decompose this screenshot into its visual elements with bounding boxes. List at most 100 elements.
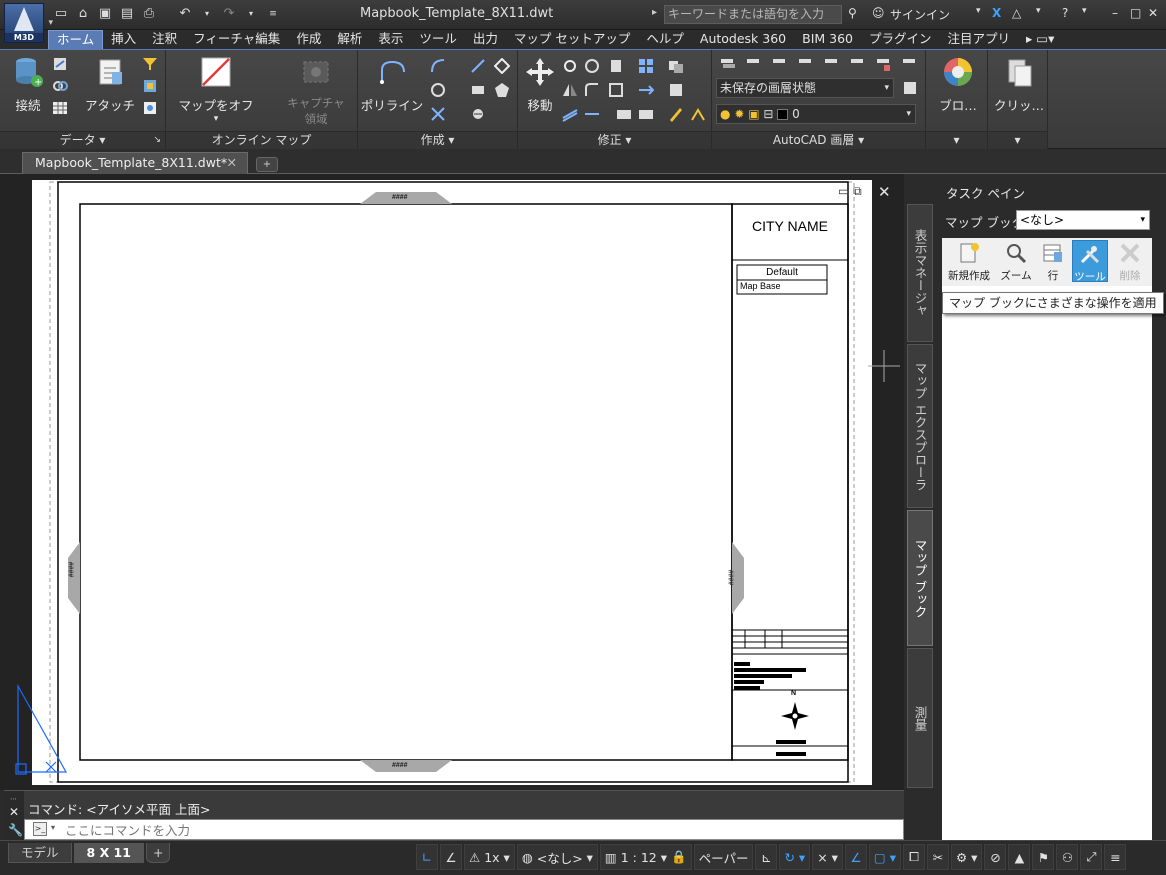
recent-commands-dropdown-icon[interactable]: ▾ [51, 823, 55, 832]
layer-lock-icon[interactable] [876, 56, 892, 72]
data-link-icon[interactable] [52, 78, 68, 94]
panel-modify-footer[interactable]: 修正 ▾ [518, 131, 711, 149]
rectangle-icon[interactable] [470, 82, 486, 98]
layer-select[interactable]: ● ✹ ▣ ⊟ 0 ▾ [716, 104, 916, 124]
style-icon[interactable] [142, 78, 158, 94]
ortho-icon[interactable]: ∟ [416, 844, 438, 870]
row-button[interactable]: 行 [1038, 240, 1068, 282]
panel-clipboard-footer[interactable]: ▾ [988, 131, 1047, 149]
doc-tab-mapbook[interactable]: Mapbook_Template_8X11.dwt* ✕ [22, 152, 248, 174]
close-drawing-icon[interactable]: ✕ [878, 183, 891, 201]
vtab-survey[interactable]: 測量 [907, 648, 933, 788]
mapbook-select[interactable]: <なし> ▾ [1016, 210, 1150, 230]
clipboard-button[interactable]: クリッ… [992, 56, 1046, 114]
line-icon[interactable] [470, 58, 486, 74]
layer-freeze-icon[interactable] [824, 56, 840, 72]
isolate-objects-icon[interactable]: ⊘ [984, 844, 1007, 870]
undo-icon[interactable]: ↶ [178, 7, 192, 21]
layer-state-manager-icon[interactable] [902, 80, 918, 96]
fillet-icon[interactable] [584, 82, 600, 98]
dynamic-ucs-icon[interactable]: ↻ ▾ [779, 844, 811, 870]
panel-layers-footer[interactable]: AutoCAD 画層 ▾ [712, 131, 925, 149]
chamfer-icon[interactable] [690, 106, 706, 122]
ribbon-minimize-toggle-icon[interactable]: ▸ ▭▾ [1018, 30, 1062, 49]
minimize-icon[interactable]: – [1112, 6, 1118, 20]
close-icon[interactable]: ✕ [1148, 6, 1158, 20]
tab-map-setup[interactable]: マップ セットアップ [506, 30, 638, 49]
rotate-icon[interactable] [562, 58, 578, 74]
annotation-monitor-icon[interactable]: ⚑ [1032, 844, 1055, 870]
new-mapbook-button[interactable]: 新規作成 [946, 240, 992, 282]
command-input[interactable] [65, 821, 885, 839]
layer-walk-icon[interactable] [902, 56, 918, 72]
layer-properties-icon[interactable] [720, 56, 736, 72]
layer-on-icon[interactable] [746, 56, 762, 72]
save-as-icon[interactable]: ▤ [120, 7, 134, 21]
hatch-icon[interactable] [470, 106, 486, 122]
print-icon[interactable]: ⎙ [142, 7, 156, 21]
add-layout-button[interactable]: + [145, 843, 171, 863]
help-dropdown-icon[interactable]: ▾ [1082, 6, 1087, 16]
tab-insert[interactable]: 挿入 [103, 30, 144, 49]
close-command-icon[interactable]: ✕ [9, 805, 19, 819]
search-expand-icon[interactable]: ▸ [652, 7, 657, 18]
vtab-map-explorer[interactable]: マップ エクスプローラ [907, 344, 933, 508]
customize-statusbar-icon[interactable]: ≡ [1104, 844, 1127, 870]
command-input-box[interactable]: >_ ▾ [24, 819, 904, 840]
map-off-button[interactable]: マップをオフ ▾ [176, 56, 256, 124]
circle-icon[interactable] [430, 82, 446, 98]
tab-output[interactable]: 出力 [465, 30, 506, 49]
tab-view[interactable]: 表示 [370, 30, 411, 49]
customize-wrench-icon[interactable]: 🔧 [8, 823, 23, 837]
viewport-scale[interactable]: ▥ 1 : 12 ▾ 🔒 [599, 844, 692, 870]
vtab-map-book[interactable]: マップ ブック [907, 510, 933, 646]
command-line-handle[interactable]: ⋯ ✕ 🔧 [4, 791, 24, 841]
tab-bim-360[interactable]: BIM 360 [794, 30, 861, 49]
quick-properties-icon[interactable]: ⧠ [902, 844, 925, 870]
redo-dropdown-icon[interactable]: ▾ [244, 7, 258, 21]
tab-analyze[interactable]: 解析 [329, 30, 370, 49]
polar-tracking-icon[interactable]: ∠ [440, 844, 462, 870]
restore-viewport-icon[interactable]: ⧉ [853, 184, 862, 198]
workspace-icon[interactable]: ✂ [926, 844, 949, 870]
join-icon[interactable] [616, 106, 632, 122]
edit-pen-icon[interactable] [668, 106, 684, 122]
tab-feature-edit[interactable]: フィーチャ編集 [185, 30, 288, 49]
tab-home[interactable]: ホーム [48, 30, 104, 49]
offset-icon[interactable] [562, 106, 578, 122]
exchange-apps-icon[interactable]: X [992, 6, 1001, 20]
help-icon[interactable]: ? [1062, 6, 1068, 20]
snap-mode-icon[interactable]: ⊾ [755, 844, 778, 870]
layout-tab-model[interactable]: モデル [8, 843, 72, 863]
open-folder-icon[interactable]: ⌂ [76, 7, 90, 21]
mapbook-tree[interactable] [942, 286, 1152, 854]
isolate-icon[interactable]: ⚇ [1056, 844, 1079, 870]
tab-create[interactable]: 作成 [288, 30, 329, 49]
binoculars-icon[interactable]: ⚲ [848, 6, 857, 20]
redo-icon[interactable]: ↷ [222, 7, 236, 21]
new-tab-button[interactable]: + [256, 157, 278, 172]
tab-tools[interactable]: ツール [411, 30, 465, 49]
signin-button[interactable]: サインイン [890, 6, 950, 23]
hardware-acceleration-icon[interactable]: ▲ [1008, 844, 1031, 870]
tools-button[interactable]: ツール [1072, 240, 1108, 283]
tab-autodesk-360[interactable]: Autodesk 360 [692, 30, 794, 49]
arc-icon[interactable] [430, 58, 446, 74]
coordinate-system[interactable]: ◍ <なし> ▾ [516, 844, 598, 870]
explode-icon[interactable] [668, 82, 684, 98]
connect-button[interactable]: + 接続 [8, 56, 48, 114]
move-button[interactable]: 移動 [520, 56, 560, 114]
scale-icon[interactable] [608, 82, 624, 98]
settings-gear-icon[interactable]: ⚙ ▾ [950, 844, 983, 870]
a360-icon[interactable]: △ [1012, 6, 1021, 20]
layer-off-icon[interactable] [798, 56, 814, 72]
drawing-canvas[interactable]: CITY NAME Default Map Base N #### #### #… [0, 174, 904, 790]
array-icon[interactable] [638, 58, 654, 74]
polygon-icon[interactable] [494, 82, 510, 98]
customize-qat-icon[interactable]: ≡ [266, 7, 280, 21]
application-menu-button[interactable]: M3D ▾ [4, 3, 53, 43]
polyline-button[interactable]: ポリライン [360, 56, 424, 114]
close-tab-icon[interactable]: ✕ [227, 153, 237, 173]
a360-dropdown-icon[interactable]: ▾ [1036, 6, 1041, 16]
object-snap-icon[interactable]: ∠ [844, 844, 867, 870]
